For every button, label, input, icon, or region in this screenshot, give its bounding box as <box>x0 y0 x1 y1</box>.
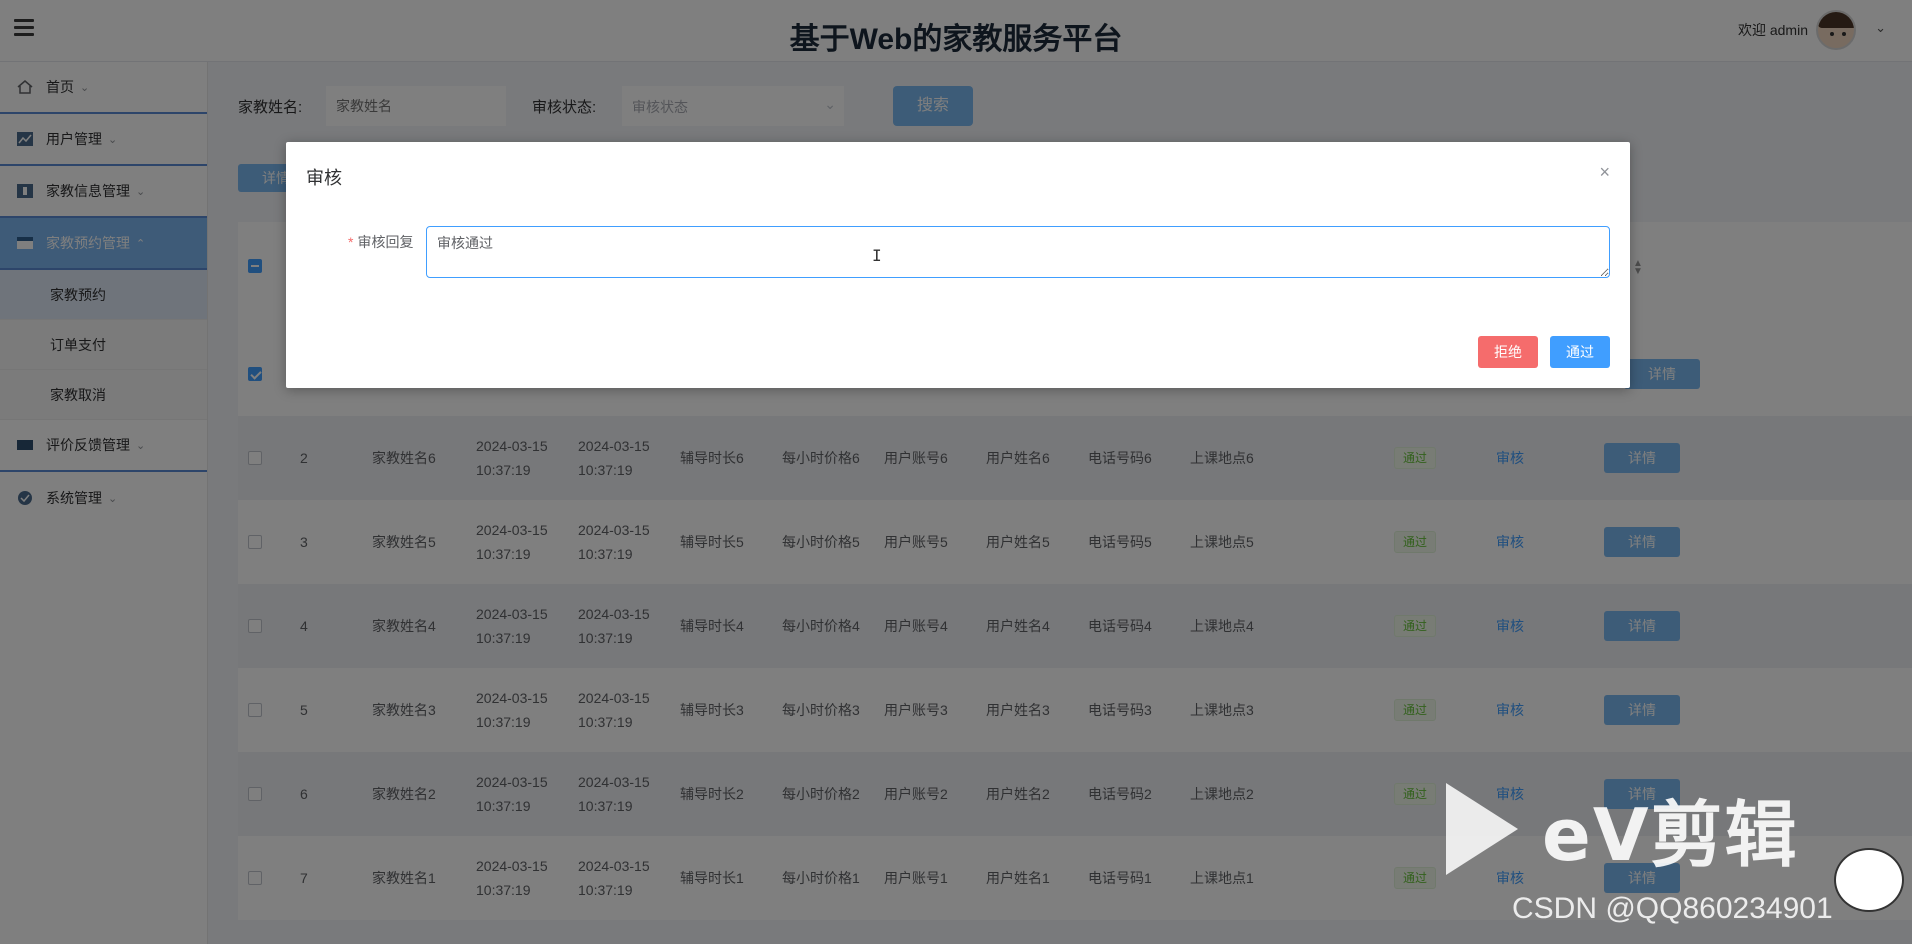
ev-watermark-text: eV剪辑 <box>1542 793 1799 877</box>
mascot-icon <box>1834 848 1904 912</box>
pass-button[interactable]: 通过 <box>1550 336 1610 368</box>
csdn-watermark: CSDN @QQ860234901 <box>1512 892 1833 925</box>
dialog-title: 审核 <box>306 168 342 188</box>
play-icon <box>1446 782 1518 875</box>
ev-watermark: eV剪辑 <box>1446 776 1799 881</box>
reject-button[interactable]: 拒绝 <box>1478 336 1538 368</box>
reply-textarea[interactable] <box>426 226 1610 278</box>
review-dialog: 审核 × *审核回复 I 拒绝 通过 <box>286 142 1630 388</box>
text-cursor-icon: I <box>872 246 882 265</box>
reply-label-text: 审核回复 <box>357 234 414 250</box>
required-mark: * <box>348 234 354 250</box>
reply-label: * 审核回复 <box>348 232 413 252</box>
close-icon[interactable]: × <box>1599 162 1610 183</box>
